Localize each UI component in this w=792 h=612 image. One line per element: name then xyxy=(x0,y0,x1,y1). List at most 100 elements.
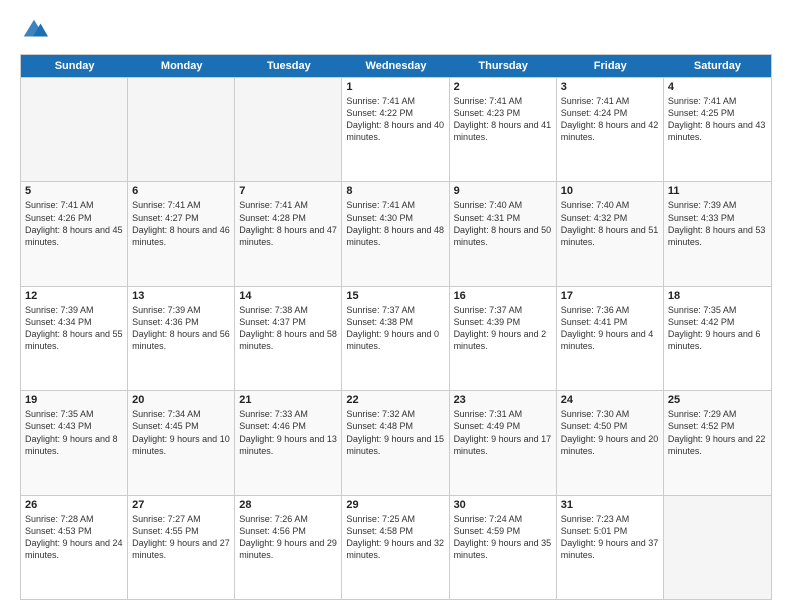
day-number: 31 xyxy=(561,499,659,511)
logo-icon xyxy=(20,16,48,44)
day-header-thursday: Thursday xyxy=(450,55,557,77)
day-header-wednesday: Wednesday xyxy=(342,55,449,77)
day-info: Sunrise: 7:41 AMSunset: 4:30 PMDaylight:… xyxy=(346,199,444,248)
day-number: 6 xyxy=(132,185,230,197)
day-info: Sunrise: 7:25 AMSunset: 4:58 PMDaylight:… xyxy=(346,513,444,562)
day-number: 13 xyxy=(132,290,230,302)
day-number: 25 xyxy=(668,394,767,406)
day-info: Sunrise: 7:37 AMSunset: 4:38 PMDaylight:… xyxy=(346,304,444,353)
day-number: 14 xyxy=(239,290,337,302)
day-info: Sunrise: 7:41 AMSunset: 4:28 PMDaylight:… xyxy=(239,199,337,248)
calendar-cell xyxy=(128,78,235,181)
calendar-row-1: 5Sunrise: 7:41 AMSunset: 4:26 PMDaylight… xyxy=(21,181,771,285)
calendar-cell: 27Sunrise: 7:27 AMSunset: 4:55 PMDayligh… xyxy=(128,496,235,599)
day-info: Sunrise: 7:29 AMSunset: 4:52 PMDaylight:… xyxy=(668,408,767,457)
day-info: Sunrise: 7:40 AMSunset: 4:32 PMDaylight:… xyxy=(561,199,659,248)
calendar-cell: 24Sunrise: 7:30 AMSunset: 4:50 PMDayligh… xyxy=(557,391,664,494)
day-number: 8 xyxy=(346,185,444,197)
day-number: 12 xyxy=(25,290,123,302)
day-info: Sunrise: 7:35 AMSunset: 4:43 PMDaylight:… xyxy=(25,408,123,457)
calendar-cell: 7 Sunrise: 7:41 AMSunset: 4:28 PMDaylight… xyxy=(235,182,342,285)
calendar-cell: 28Sunrise: 7:26 AMSunset: 4:56 PMDayligh… xyxy=(235,496,342,599)
calendar-cell: 4Sunrise: 7:41 AMSunset: 4:25 PMDaylight… xyxy=(664,78,771,181)
calendar-cell: 30Sunrise: 7:24 AMSunset: 4:59 PMDayligh… xyxy=(450,496,557,599)
day-info: Sunrise: 7:39 AMSunset: 4:36 PMDaylight:… xyxy=(132,304,230,353)
calendar-cell: 3 Sunrise: 7:41 AMSunset: 4:24 PMDaylight… xyxy=(557,78,664,181)
calendar-cell: 20 Sunrise: 7:34 AMSunset: 4:45 PMDayligh… xyxy=(128,391,235,494)
day-number: 2 xyxy=(454,81,552,93)
calendar-cell xyxy=(21,78,128,181)
day-info: Sunrise: 7:23 AMSunset: 5:01 PMDaylight:… xyxy=(561,513,659,562)
calendar-cell: 5Sunrise: 7:41 AMSunset: 4:26 PMDaylight… xyxy=(21,182,128,285)
calendar-header: SundayMondayTuesdayWednesdayThursdayFrid… xyxy=(21,55,771,77)
day-info: Sunrise: 7:24 AMSunset: 4:59 PMDaylight:… xyxy=(454,513,552,562)
day-info: Sunrise: 7:36 AMSunset: 4:41 PMDaylight:… xyxy=(561,304,659,353)
calendar-cell: 15 Sunrise: 7:37 AMSunset: 4:38 PMDayligh… xyxy=(342,287,449,390)
day-info: Sunrise: 7:37 AMSunset: 4:39 PMDaylight:… xyxy=(454,304,552,353)
calendar-body: 1 Sunrise: 7:41 AMSunset: 4:22 PMDaylight… xyxy=(21,77,771,599)
calendar-cell: 9Sunrise: 7:40 AMSunset: 4:31 PMDaylight… xyxy=(450,182,557,285)
calendar: SundayMondayTuesdayWednesdayThursdayFrid… xyxy=(20,54,772,600)
day-header-sunday: Sunday xyxy=(21,55,128,77)
calendar-row-0: 1 Sunrise: 7:41 AMSunset: 4:22 PMDaylight… xyxy=(21,77,771,181)
day-header-friday: Friday xyxy=(557,55,664,77)
day-number: 27 xyxy=(132,499,230,511)
day-info: Sunrise: 7:33 AMSunset: 4:46 PMDaylight:… xyxy=(239,408,337,457)
day-number: 1 xyxy=(346,81,444,93)
page-header xyxy=(20,16,772,44)
calendar-cell: 17 Sunrise: 7:36 AMSunset: 4:41 PMDayligh… xyxy=(557,287,664,390)
day-info: Sunrise: 7:41 AMSunset: 4:24 PMDaylight:… xyxy=(561,95,659,144)
calendar-cell: 13 Sunrise: 7:39 AMSunset: 4:36 PMDayligh… xyxy=(128,287,235,390)
calendar-cell: 8 Sunrise: 7:41 AMSunset: 4:30 PMDaylight… xyxy=(342,182,449,285)
day-number: 3 xyxy=(561,81,659,93)
day-number: 7 xyxy=(239,185,337,197)
calendar-row-4: 26 Sunrise: 7:28 AMSunset: 4:53 PMDayligh… xyxy=(21,495,771,599)
day-info: Sunrise: 7:38 AMSunset: 4:37 PMDaylight:… xyxy=(239,304,337,353)
day-info: Sunrise: 7:41 AMSunset: 4:22 PMDaylight:… xyxy=(346,95,444,144)
day-info: Sunrise: 7:34 AMSunset: 4:45 PMDaylight:… xyxy=(132,408,230,457)
calendar-cell: 1 Sunrise: 7:41 AMSunset: 4:22 PMDaylight… xyxy=(342,78,449,181)
calendar-cell xyxy=(235,78,342,181)
day-info: Sunrise: 7:41 AMSunset: 4:25 PMDaylight:… xyxy=(668,95,767,144)
day-info: Sunrise: 7:31 AMSunset: 4:49 PMDaylight:… xyxy=(454,408,552,457)
logo xyxy=(20,16,52,44)
day-number: 23 xyxy=(454,394,552,406)
calendar-cell: 19 Sunrise: 7:35 AMSunset: 4:43 PMDayligh… xyxy=(21,391,128,494)
day-number: 11 xyxy=(668,185,767,197)
calendar-cell: 21 Sunrise: 7:33 AMSunset: 4:46 PMDayligh… xyxy=(235,391,342,494)
day-info: Sunrise: 7:41 AMSunset: 4:23 PMDaylight:… xyxy=(454,95,552,144)
day-info: Sunrise: 7:39 AMSunset: 4:33 PMDaylight:… xyxy=(668,199,767,248)
day-info: Sunrise: 7:32 AMSunset: 4:48 PMDaylight:… xyxy=(346,408,444,457)
day-number: 29 xyxy=(346,499,444,511)
calendar-cell: 31 Sunrise: 7:23 AMSunset: 5:01 PMDayligh… xyxy=(557,496,664,599)
day-number: 21 xyxy=(239,394,337,406)
day-number: 26 xyxy=(25,499,123,511)
day-number: 15 xyxy=(346,290,444,302)
calendar-row-2: 12Sunrise: 7:39 AMSunset: 4:34 PMDayligh… xyxy=(21,286,771,390)
day-number: 22 xyxy=(346,394,444,406)
day-number: 20 xyxy=(132,394,230,406)
day-number: 10 xyxy=(561,185,659,197)
day-info: Sunrise: 7:28 AMSunset: 4:53 PMDaylight:… xyxy=(25,513,123,562)
day-number: 24 xyxy=(561,394,659,406)
day-info: Sunrise: 7:26 AMSunset: 4:56 PMDaylight:… xyxy=(239,513,337,562)
calendar-cell: 18 Sunrise: 7:35 AMSunset: 4:42 PMDayligh… xyxy=(664,287,771,390)
calendar-cell: 14 Sunrise: 7:38 AMSunset: 4:37 PMDayligh… xyxy=(235,287,342,390)
calendar-cell: 2 Sunrise: 7:41 AMSunset: 4:23 PMDaylight… xyxy=(450,78,557,181)
calendar-cell: 29 Sunrise: 7:25 AMSunset: 4:58 PMDayligh… xyxy=(342,496,449,599)
day-header-monday: Monday xyxy=(128,55,235,77)
day-header-saturday: Saturday xyxy=(664,55,771,77)
calendar-cell: 6 Sunrise: 7:41 AMSunset: 4:27 PMDaylight… xyxy=(128,182,235,285)
day-number: 17 xyxy=(561,290,659,302)
day-number: 18 xyxy=(668,290,767,302)
calendar-cell: 12Sunrise: 7:39 AMSunset: 4:34 PMDayligh… xyxy=(21,287,128,390)
calendar-cell: 25 Sunrise: 7:29 AMSunset: 4:52 PMDayligh… xyxy=(664,391,771,494)
calendar-cell: 10 Sunrise: 7:40 AMSunset: 4:32 PMDayligh… xyxy=(557,182,664,285)
day-info: Sunrise: 7:41 AMSunset: 4:27 PMDaylight:… xyxy=(132,199,230,248)
day-number: 16 xyxy=(454,290,552,302)
day-info: Sunrise: 7:35 AMSunset: 4:42 PMDaylight:… xyxy=(668,304,767,353)
day-info: Sunrise: 7:41 AMSunset: 4:26 PMDaylight:… xyxy=(25,199,123,248)
day-number: 19 xyxy=(25,394,123,406)
day-number: 9 xyxy=(454,185,552,197)
calendar-cell xyxy=(664,496,771,599)
